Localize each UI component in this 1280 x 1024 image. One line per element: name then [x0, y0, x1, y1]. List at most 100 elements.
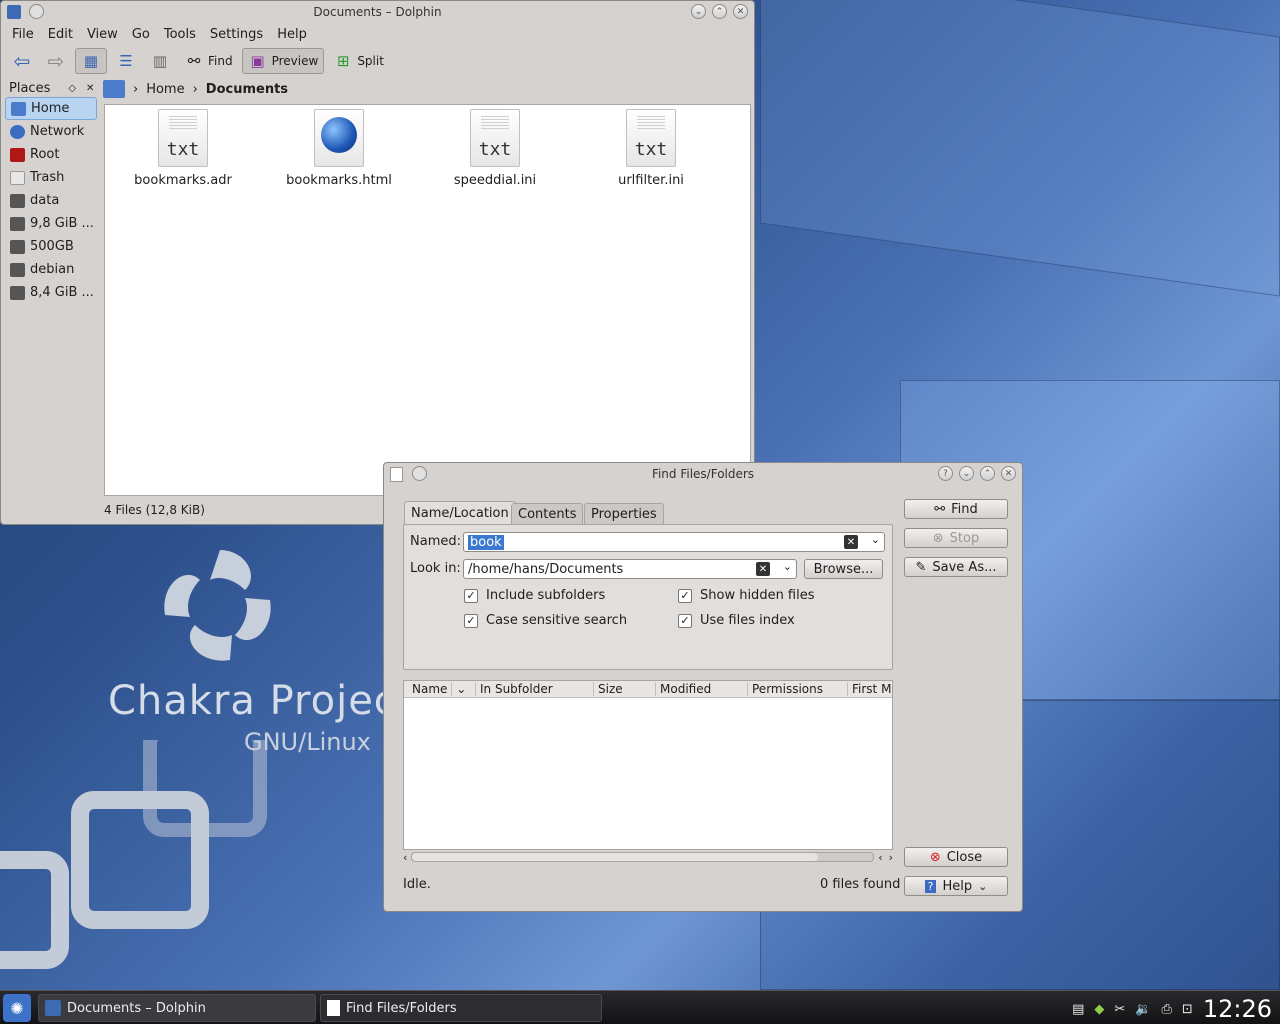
place-trash[interactable]: Trash — [5, 166, 97, 189]
pin-icon[interactable] — [412, 466, 427, 481]
brand-subtext: GNU/Linux — [244, 728, 371, 756]
close-icon[interactable]: ✕ — [733, 4, 748, 19]
icons-view-button[interactable]: ▦ — [75, 48, 107, 74]
chevron-right-icon: › — [133, 81, 139, 97]
case-sensitive-checkbox[interactable]: ✓ Case sensitive search — [464, 613, 627, 628]
columns-view-button[interactable]: ▥ — [145, 48, 175, 74]
text-file-icon: txt — [470, 109, 520, 167]
breadcrumb-home[interactable]: Home — [146, 82, 184, 97]
place-volume-9-8[interactable]: 9,8 GiB ... — [5, 212, 97, 235]
menu-file[interactable]: File — [5, 27, 41, 42]
find-button[interactable]: ⚯ Find — [904, 499, 1008, 519]
show-hidden-checkbox[interactable]: ✓ Show hidden files — [678, 588, 815, 603]
split-button[interactable]: ⊞ Split — [328, 48, 389, 74]
lookin-combo[interactable]: /home/hans/Documents ✕ ⌄ — [463, 559, 797, 579]
task-find[interactable]: Find Files/Folders — [320, 994, 602, 1022]
scissors-icon[interactable]: ✂ — [1114, 1002, 1125, 1017]
stop-button[interactable]: ⊗ Stop — [904, 528, 1008, 548]
scroll-left-icon[interactable]: ‹ — [878, 851, 882, 864]
find-button[interactable]: ⚯ Find — [179, 48, 238, 74]
chevron-right-icon: › — [192, 81, 198, 97]
place-network[interactable]: Network — [5, 120, 97, 143]
col-size[interactable]: Size — [594, 682, 656, 696]
horizontal-scrollbar[interactable]: ‹ ‹ › — [403, 850, 893, 864]
scroll-right-icon[interactable]: › — [889, 851, 893, 864]
named-combo[interactable]: book ✕ ⌄ — [463, 532, 885, 552]
menu-view[interactable]: View — [80, 27, 125, 42]
place-debian[interactable]: debian — [5, 258, 97, 281]
close-panel-icon[interactable]: ✕ — [86, 83, 94, 94]
help-icon[interactable]: ? — [938, 466, 953, 481]
file-view[interactable]: txt bookmarks.adr bookmarks.html txt spe… — [104, 104, 751, 496]
place-data[interactable]: data — [5, 189, 97, 212]
menu-edit[interactable]: Edit — [41, 27, 80, 42]
use-index-checkbox[interactable]: ✓ Use files index — [678, 613, 795, 628]
dolphin-app-icon[interactable] — [7, 5, 21, 19]
place-home[interactable]: Home — [5, 97, 97, 120]
tab-properties[interactable]: Properties — [584, 503, 664, 525]
task-dolphin[interactable]: Documents – Dolphin — [38, 994, 316, 1022]
find-titlebar[interactable]: Find Files/Folders ? ⌄ ⌃ ✕ — [384, 463, 1022, 485]
col-permissions[interactable]: Permissions — [748, 682, 848, 696]
save-as-button[interactable]: ✎ Save As... — [904, 557, 1008, 577]
maximize-icon[interactable]: ⌃ — [712, 4, 727, 19]
col-in-subfolder[interactable]: In Subfolder — [476, 682, 594, 696]
col-first-match[interactable]: First M — [848, 682, 892, 696]
dolphin-titlebar[interactable]: Documents – Dolphin ⌄ ⌃ ✕ — [1, 1, 754, 23]
file-item[interactable]: txt urlfilter.ini — [586, 109, 716, 188]
col-modified[interactable]: Modified — [656, 682, 748, 696]
menu-settings[interactable]: Settings — [203, 27, 270, 42]
chevron-down-icon[interactable]: ⌄ — [871, 533, 880, 546]
named-value: book — [468, 534, 504, 550]
find-title: Find Files/Folders — [651, 467, 755, 481]
menu-help[interactable]: Help — [270, 27, 314, 42]
back-button[interactable]: ⇦ — [7, 48, 37, 74]
file-item[interactable]: bookmarks.html — [274, 109, 404, 188]
chevron-down-icon[interactable]: ⌄ — [978, 880, 987, 893]
file-item[interactable]: txt bookmarks.adr — [118, 109, 248, 188]
checkmark-icon: ✓ — [464, 588, 478, 603]
maximize-icon[interactable]: ⌃ — [980, 466, 995, 481]
place-root[interactable]: Root — [5, 143, 97, 166]
find-app-icon[interactable] — [390, 467, 403, 482]
place-500gb[interactable]: 500GB — [5, 235, 97, 258]
scroll-left-icon[interactable]: ‹ — [403, 851, 407, 864]
menu-go[interactable]: Go — [125, 27, 157, 42]
clock[interactable]: 12:26 — [1203, 995, 1272, 1023]
results-table[interactable]: Name ⌄ In Subfolder Size Modified Permis… — [403, 680, 893, 850]
find-dialog: Find Files/Folders ? ⌄ ⌃ ✕ Name/Location… — [383, 462, 1023, 912]
float-icon[interactable]: ◇ — [68, 83, 76, 94]
tray-menu-icon[interactable]: ▤ — [1072, 1002, 1084, 1017]
device-notifier-icon[interactable]: ⎙ — [1162, 1002, 1172, 1017]
lookin-label: Look in: — [410, 561, 461, 576]
places-panel: Places ◇ ✕ Home Network Root Trash data 9… — [5, 79, 97, 519]
close-icon[interactable]: ✕ — [1001, 466, 1016, 481]
browse-button[interactable]: Browse... — [804, 559, 883, 579]
help-button[interactable]: ? Help ⌄ — [904, 876, 1008, 896]
tab-contents[interactable]: Contents — [511, 503, 584, 525]
scroll-thumb[interactable] — [412, 853, 818, 861]
update-icon[interactable]: ◆ — [1094, 1002, 1104, 1017]
close-button[interactable]: ⊗ Close — [904, 847, 1008, 867]
scroll-track[interactable] — [411, 852, 875, 862]
volume-icon[interactable]: 🔉 — [1135, 1002, 1151, 1017]
preview-button[interactable]: ▣ Preview — [241, 48, 325, 74]
app-launcher-icon[interactable]: ✺ — [3, 994, 31, 1022]
details-view-button[interactable]: ☰ — [111, 48, 141, 74]
chevron-down-icon[interactable]: ⌄ — [783, 560, 792, 573]
clear-icon[interactable]: ✕ — [756, 562, 770, 576]
tray-expand-icon[interactable]: ⊡ — [1182, 1002, 1193, 1017]
pin-icon[interactable] — [29, 4, 44, 19]
tab-name-location[interactable]: Name/Location — [404, 501, 516, 525]
col-name[interactable]: Name ⌄ — [404, 682, 476, 696]
forward-button[interactable]: ⇨ — [41, 48, 71, 74]
menu-tools[interactable]: Tools — [157, 27, 203, 42]
location-folder-icon[interactable] — [103, 80, 125, 98]
clear-icon[interactable]: ✕ — [844, 535, 858, 549]
minimize-icon[interactable]: ⌄ — [959, 466, 974, 481]
file-item[interactable]: txt speeddial.ini — [430, 109, 560, 188]
minimize-icon[interactable]: ⌄ — [691, 4, 706, 19]
include-subfolders-checkbox[interactable]: ✓ Include subfolders — [464, 588, 605, 603]
place-volume-8-4[interactable]: 8,4 GiB ... — [5, 281, 97, 304]
breadcrumb-current[interactable]: Documents — [206, 82, 288, 97]
